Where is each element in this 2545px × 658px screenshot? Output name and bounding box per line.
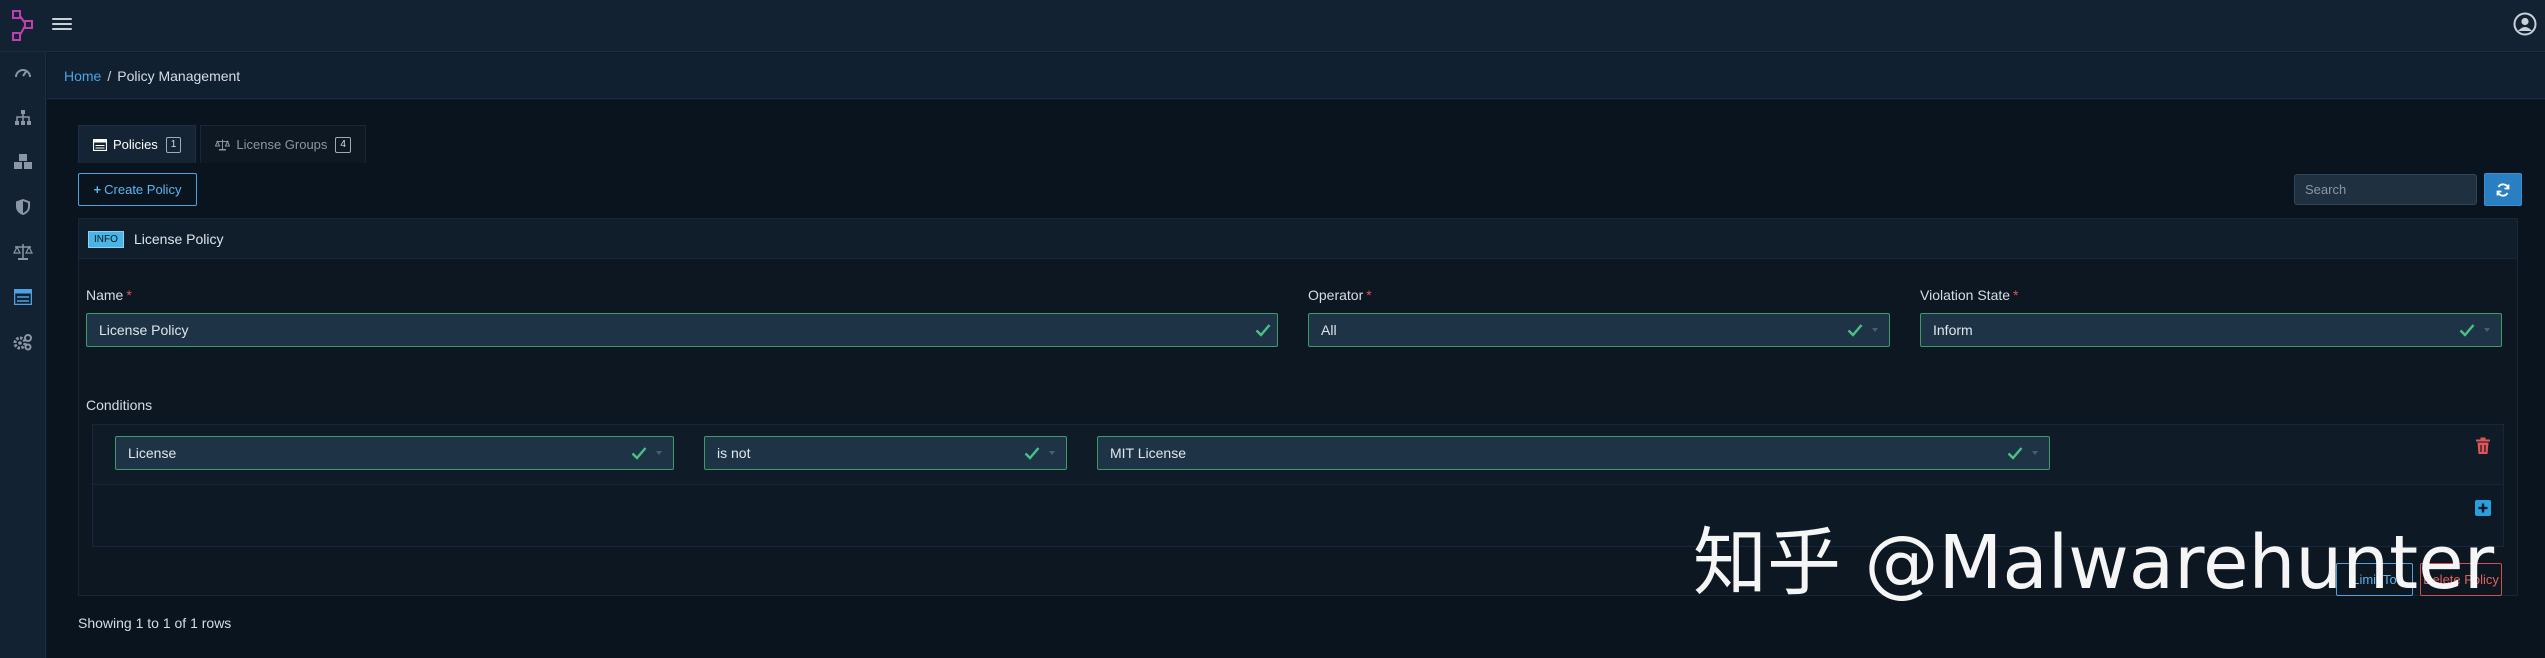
condition-value-select[interactable]: MIT License [1097, 436, 2050, 470]
breadcrumb: Home / Policy Management [64, 68, 240, 84]
conditions-label: Conditions [86, 397, 153, 413]
create-policy-button[interactable]: + Create Policy [78, 173, 197, 206]
condition-row: License is not MIT License [93, 425, 2503, 485]
refresh-icon [2496, 182, 2510, 197]
chevron-down-icon [656, 451, 662, 455]
tab-license-groups-label: License Groups [236, 137, 328, 152]
shield-icon[interactable] [13, 197, 33, 217]
policy-title: License Policy [134, 231, 224, 247]
policy-name-value: License Policy [99, 322, 189, 338]
operator-label: Operator * [1308, 287, 1372, 303]
watermark-text: 知乎 @Malwarehunter [1693, 520, 2495, 606]
chevron-down-icon [1872, 328, 1878, 332]
violation-state-badge: INFO [88, 231, 124, 248]
search-input[interactable] [2294, 174, 2477, 205]
violation-state-value: Inform [1933, 322, 1973, 338]
top-bar [0, 0, 2545, 52]
condition-value-value: MIT License [1110, 445, 1186, 461]
menu-toggle-icon[interactable] [52, 15, 72, 35]
condition-operator-value: is not [717, 445, 751, 461]
chevron-down-icon [2484, 328, 2490, 332]
tab-license-groups-count: 4 [335, 136, 351, 153]
plus-icon: + [93, 182, 102, 197]
breadcrumb-home-link[interactable]: Home [64, 68, 101, 84]
balance-scale-icon[interactable] [13, 242, 33, 262]
tab-license-groups[interactable]: License Groups 4 [200, 125, 366, 163]
user-profile-icon[interactable] [2513, 12, 2537, 36]
refresh-button[interactable] [2484, 173, 2522, 206]
condition-subject-value: License [128, 445, 177, 461]
delete-condition-trash-icon[interactable] [2475, 437, 2491, 455]
violation-state-label: Violation State * [1920, 287, 2019, 303]
policy-list-icon[interactable] [13, 287, 33, 307]
policy-name-input[interactable]: License Policy [86, 313, 1278, 347]
violation-state-select[interactable]: Inform [1920, 313, 2502, 347]
operator-value: All [1321, 322, 1337, 338]
condition-operator-select[interactable]: is not [704, 436, 1067, 470]
valid-check-icon [1847, 324, 1863, 337]
tab-policies-count: 1 [165, 136, 182, 153]
breadcrumb-bar: Home / Policy Management [47, 53, 2545, 99]
valid-check-icon [1255, 324, 1271, 337]
dashboard-gauge-icon[interactable] [13, 63, 33, 83]
policy-panel-header[interactable]: INFO License Policy [79, 219, 2517, 259]
balance-scale-icon [215, 139, 231, 150]
policy-list-icon [93, 138, 107, 151]
sitemap-icon[interactable] [13, 108, 33, 128]
tab-policies-label: Policies [113, 137, 158, 152]
breadcrumb-current: Policy Management [117, 68, 241, 84]
components-cubes-icon[interactable] [13, 152, 33, 172]
tab-bar: Policies 1 License Groups 4 [78, 125, 370, 163]
condition-subject-select[interactable]: License [115, 436, 674, 470]
valid-check-icon [631, 447, 647, 460]
valid-check-icon [2007, 447, 2023, 460]
sidebar [0, 52, 46, 658]
chevron-down-icon [2032, 451, 2038, 455]
operator-select[interactable]: All [1308, 313, 1890, 347]
app-logo-icon[interactable] [10, 8, 36, 44]
create-policy-label: Create Policy [104, 182, 182, 197]
valid-check-icon [1024, 447, 1040, 460]
chevron-down-icon [1049, 451, 1055, 455]
pagination-summary: Showing 1 to 1 of 1 rows [78, 615, 232, 631]
settings-cogs-icon[interactable] [13, 332, 33, 352]
tab-policies[interactable]: Policies 1 [78, 125, 197, 163]
name-label: Name * [86, 287, 132, 303]
valid-check-icon [2459, 324, 2475, 337]
breadcrumb-separator: / [107, 68, 112, 84]
